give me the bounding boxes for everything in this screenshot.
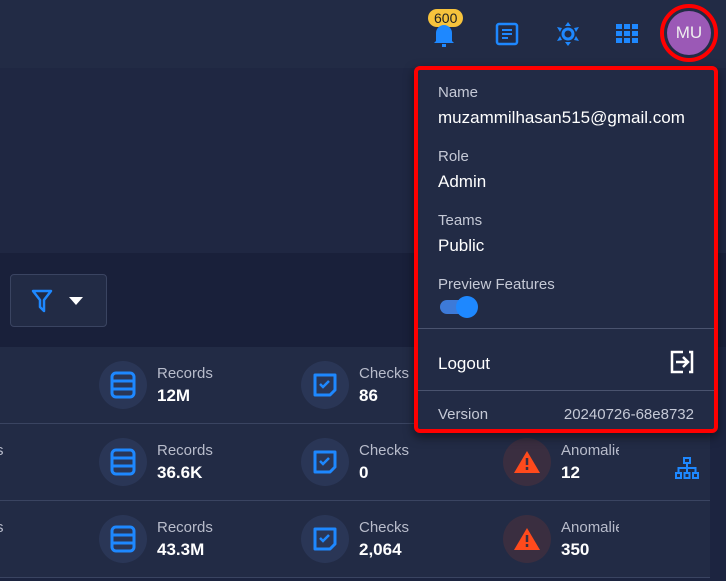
records-icon	[99, 515, 147, 563]
top-header: 600 MU	[0, 0, 726, 68]
profile-dropdown: Name muzammilhasan515@gmail.com Role Adm…	[414, 66, 718, 433]
records-icon	[99, 438, 147, 486]
user-role: Admin	[438, 172, 487, 191]
document-icon[interactable]	[493, 20, 521, 48]
teams-label: Teams	[438, 212, 483, 229]
user-avatar-button[interactable]: MU	[660, 4, 718, 62]
divider	[418, 390, 714, 391]
warning-icon	[503, 438, 551, 486]
table-row[interactable]: s Records36.6K Checks0 Anomalie12	[0, 424, 710, 501]
filter-icon	[31, 289, 53, 313]
records-icon	[99, 361, 147, 409]
chevron-down-icon	[69, 297, 83, 305]
checks-icon	[301, 515, 349, 563]
preview-features-label: Preview Features	[438, 276, 555, 293]
checks-icon	[301, 361, 349, 409]
preview-features-toggle[interactable]	[440, 296, 478, 318]
theme-icon[interactable]	[554, 20, 582, 48]
logout-button[interactable]: Logout	[438, 354, 490, 374]
warning-icon	[503, 515, 551, 563]
divider	[418, 328, 714, 329]
logout-icon[interactable]	[669, 350, 695, 374]
bell-icon[interactable]	[430, 20, 458, 48]
table-row[interactable]: s Records43.3M Checks2,064 Anomalie350	[0, 501, 710, 578]
checks-icon	[301, 438, 349, 486]
name-label: Name	[438, 84, 479, 101]
version-label: Version	[438, 406, 489, 423]
hierarchy-icon[interactable]	[675, 457, 699, 479]
avatar: MU	[667, 11, 711, 55]
role-label: Role	[438, 148, 469, 165]
version-value: 20240726-68e8732	[563, 406, 694, 423]
apps-grid-icon[interactable]	[613, 20, 641, 48]
user-email: muzammilhasan515@gmail.com	[438, 108, 685, 127]
user-teams: Public	[438, 236, 485, 255]
filter-button[interactable]	[10, 274, 107, 327]
